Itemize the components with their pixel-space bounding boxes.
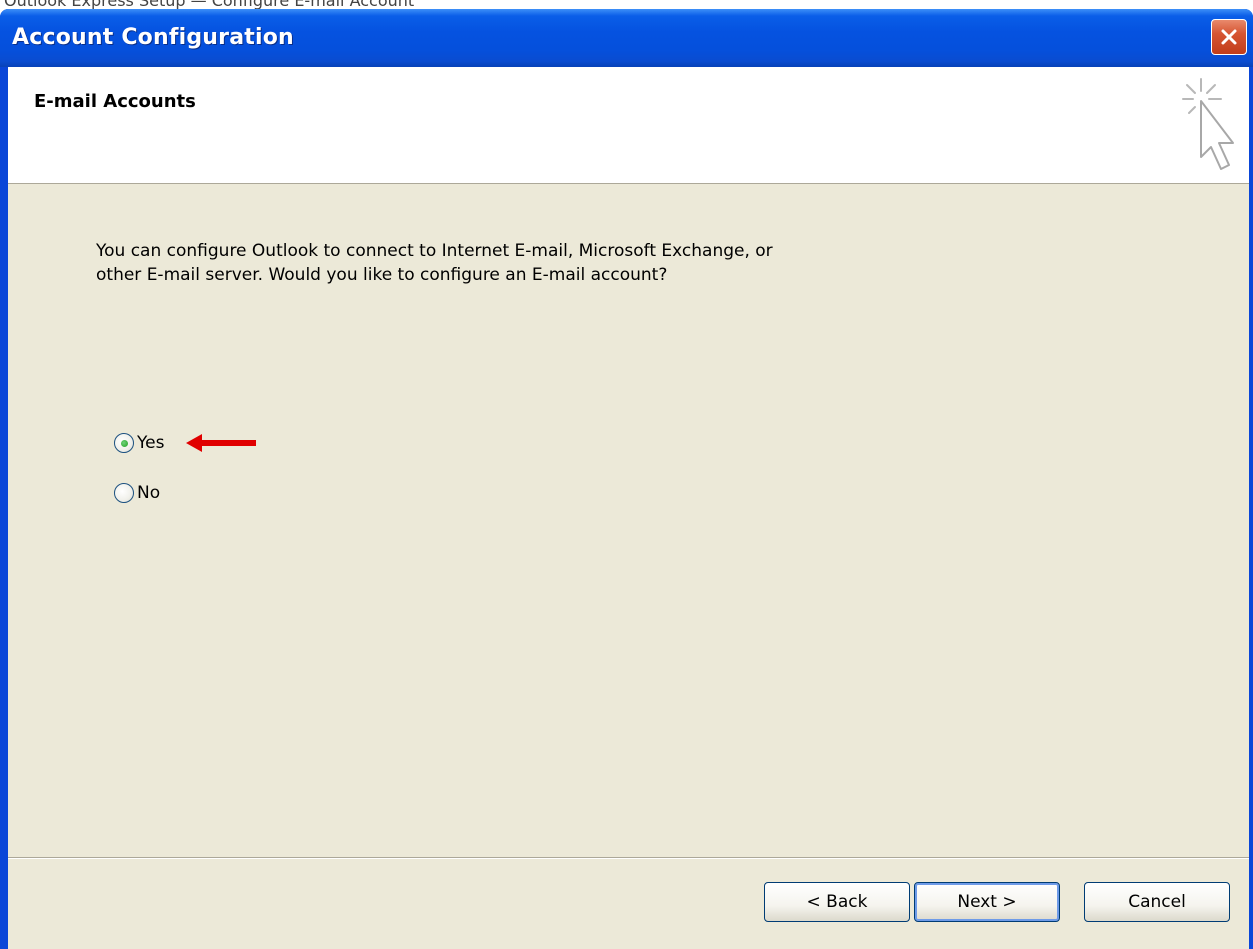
radio-option-no[interactable]: No bbox=[114, 483, 160, 503]
radio-option-yes[interactable]: Yes bbox=[114, 433, 164, 453]
dialog-client-area: E-mail Accounts You can configure Outloo… bbox=[8, 67, 1249, 949]
page-title: E-mail Accounts bbox=[34, 91, 196, 112]
back-button[interactable]: < Back bbox=[764, 882, 910, 922]
intro-line-1: You can configure Outlook to connect to … bbox=[96, 241, 773, 261]
close-icon bbox=[1221, 29, 1237, 45]
title-bar[interactable]: Account Configuration bbox=[0, 9, 1253, 67]
footer-separator bbox=[8, 857, 1249, 859]
next-button[interactable]: Next > bbox=[914, 882, 1060, 922]
radio-button-no[interactable] bbox=[114, 483, 134, 503]
radio-label-yes[interactable]: Yes bbox=[137, 433, 164, 453]
cancel-button[interactable]: Cancel bbox=[1084, 882, 1230, 922]
intro-text: You can configure Outlook to connect to … bbox=[96, 239, 956, 287]
red-arrow-icon bbox=[186, 434, 256, 452]
wizard-header: E-mail Accounts bbox=[8, 67, 1249, 184]
window-title: Account Configuration bbox=[12, 25, 294, 50]
radio-selected-dot bbox=[121, 440, 128, 447]
dialog-window: Account Configuration E-mail Accounts Yo… bbox=[0, 9, 1253, 949]
radio-button-yes[interactable] bbox=[114, 433, 134, 453]
intro-line-2: other E-mail server. Would you like to c… bbox=[96, 265, 668, 285]
radio-label-no[interactable]: No bbox=[137, 483, 160, 503]
wizard-sparkle-cursor-icon bbox=[1182, 78, 1234, 170]
close-button[interactable] bbox=[1211, 19, 1247, 55]
